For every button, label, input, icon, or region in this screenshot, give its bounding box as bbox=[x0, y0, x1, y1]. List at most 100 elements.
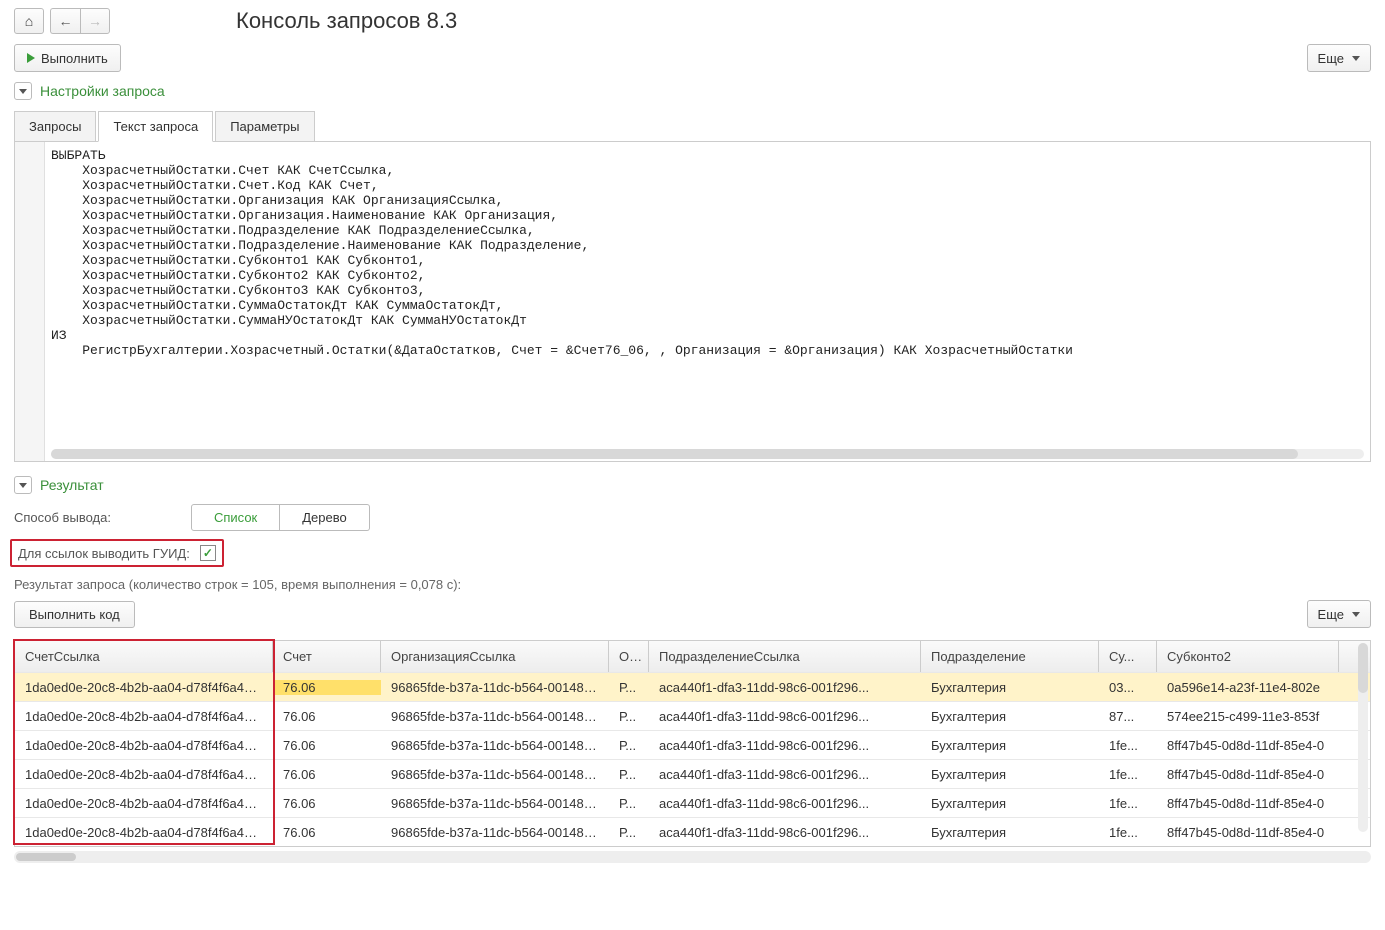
th-4[interactable]: ПодразделениеСсылка bbox=[649, 641, 921, 672]
home-button[interactable]: ⌂ bbox=[14, 8, 44, 34]
output-list-button[interactable]: Список bbox=[191, 504, 280, 531]
cell: Бухгалтерия bbox=[921, 738, 1099, 753]
cell: 96865fde-b37a-11dc-b564-001485... bbox=[381, 825, 609, 840]
cell: 1da0ed0e-20c8-4b2b-aa04-d78f4f6a4aed bbox=[15, 825, 273, 840]
th-3[interactable]: О... bbox=[609, 641, 649, 672]
table-vscroll[interactable] bbox=[1358, 643, 1368, 832]
cell: 1da0ed0e-20c8-4b2b-aa04-d78f4f6a4aed bbox=[15, 796, 273, 811]
cell: 1da0ed0e-20c8-4b2b-aa04-d78f4f6a4aed bbox=[15, 709, 273, 724]
th-2[interactable]: ОрганизацияСсылка bbox=[381, 641, 609, 672]
run-label: Выполнить bbox=[41, 51, 108, 66]
cell: 8ff47b45-0d8d-11df-85e4-0 bbox=[1157, 767, 1339, 782]
chevron-down-icon bbox=[1352, 56, 1360, 61]
output-mode-label: Способ вывода: bbox=[14, 510, 111, 525]
table-header: СчетСсылка Счет ОрганизацияСсылка О... П… bbox=[15, 641, 1370, 672]
table-hscroll[interactable] bbox=[14, 851, 1371, 863]
th-6[interactable]: Су... bbox=[1099, 641, 1157, 672]
table-body: 1da0ed0e-20c8-4b2b-aa04-d78f4f6a4aed76.0… bbox=[15, 672, 1370, 846]
cell: 1da0ed0e-20c8-4b2b-aa04-d78f4f6a4aed bbox=[15, 738, 273, 753]
cell: 1da0ed0e-20c8-4b2b-aa04-d78f4f6a4aed bbox=[15, 680, 273, 695]
chevron-down-icon bbox=[1352, 612, 1360, 617]
th-1[interactable]: Счет bbox=[273, 641, 381, 672]
arrow-right-icon: → bbox=[88, 13, 102, 29]
settings-title: Настройки запроса bbox=[40, 83, 165, 99]
forward-button[interactable]: → bbox=[80, 8, 110, 34]
collapse-result-button[interactable] bbox=[14, 476, 32, 494]
cell: 8ff47b45-0d8d-11df-85e4-0 bbox=[1157, 738, 1339, 753]
cell: 76.06 bbox=[273, 680, 381, 695]
result-title: Результат bbox=[40, 477, 104, 493]
cell: Р... bbox=[609, 767, 649, 782]
table-row[interactable]: 1da0ed0e-20c8-4b2b-aa04-d78f4f6a4aed76.0… bbox=[15, 672, 1370, 701]
cell: 574ee215-c499-11e3-853f bbox=[1157, 709, 1339, 724]
cell: 0a596e14-a23f-11e4-802e bbox=[1157, 680, 1339, 695]
cell: Бухгалтерия bbox=[921, 680, 1099, 695]
table-row[interactable]: 1da0ed0e-20c8-4b2b-aa04-d78f4f6a4aed76.0… bbox=[15, 817, 1370, 846]
cell: Р... bbox=[609, 680, 649, 695]
cell: 96865fde-b37a-11dc-b564-001485... bbox=[381, 796, 609, 811]
check-icon: ✓ bbox=[203, 546, 213, 560]
cell: Р... bbox=[609, 825, 649, 840]
table-row[interactable]: 1da0ed0e-20c8-4b2b-aa04-d78f4f6a4aed76.0… bbox=[15, 701, 1370, 730]
th-0[interactable]: СчетСсылка bbox=[15, 641, 273, 672]
cell: 1fe... bbox=[1099, 767, 1157, 782]
more-button-result[interactable]: Еще bbox=[1307, 600, 1371, 628]
cell: Р... bbox=[609, 709, 649, 724]
cell: 1da0ed0e-20c8-4b2b-aa04-d78f4f6a4aed bbox=[15, 767, 273, 782]
cell: Бухгалтерия bbox=[921, 825, 1099, 840]
collapse-settings-button[interactable] bbox=[14, 82, 32, 100]
cell: aca440f1-dfa3-11dd-98c6-001f296... bbox=[649, 709, 921, 724]
cell: 76.06 bbox=[273, 767, 381, 782]
cell: Бухгалтерия bbox=[921, 796, 1099, 811]
cell: aca440f1-dfa3-11dd-98c6-001f296... bbox=[649, 680, 921, 695]
table-row[interactable]: 1da0ed0e-20c8-4b2b-aa04-d78f4f6a4aed76.0… bbox=[15, 759, 1370, 788]
cell: 76.06 bbox=[273, 738, 381, 753]
more-button-top[interactable]: Еще bbox=[1307, 44, 1371, 72]
guid-label: Для ссылок выводить ГУИД: bbox=[18, 546, 190, 561]
th-5[interactable]: Подразделение bbox=[921, 641, 1099, 672]
query-editor[interactable]: ВЫБРАТЬ ХозрасчетныйОстатки.Счет КАК Сче… bbox=[14, 142, 1371, 462]
cell: aca440f1-dfa3-11dd-98c6-001f296... bbox=[649, 738, 921, 753]
page-title: Консоль запросов 8.3 bbox=[236, 8, 457, 34]
tab-queries[interactable]: Запросы bbox=[14, 111, 96, 142]
chevron-down-icon bbox=[19, 89, 27, 94]
cell: 96865fde-b37a-11dc-b564-001485... bbox=[381, 738, 609, 753]
output-mode-toggle: Список Дерево bbox=[191, 504, 370, 531]
cell: 03... bbox=[1099, 680, 1157, 695]
cell: Р... bbox=[609, 796, 649, 811]
result-stats: Результат запроса (количество строк = 10… bbox=[0, 569, 1385, 600]
cell: 76.06 bbox=[273, 796, 381, 811]
query-text: ВЫБРАТЬ ХозрасчетныйОстатки.Счет КАК Сче… bbox=[51, 148, 1364, 358]
run-button[interactable]: Выполнить bbox=[14, 44, 121, 72]
run-code-button[interactable]: Выполнить код bbox=[14, 601, 135, 628]
cell: 1fe... bbox=[1099, 796, 1157, 811]
cell: 76.06 bbox=[273, 709, 381, 724]
cell: Р... bbox=[609, 738, 649, 753]
cell: aca440f1-dfa3-11dd-98c6-001f296... bbox=[649, 767, 921, 782]
cell: 96865fde-b37a-11dc-b564-001485... bbox=[381, 709, 609, 724]
guid-option-row: Для ссылок выводить ГУИД: ✓ bbox=[10, 539, 224, 567]
back-button[interactable]: ← bbox=[50, 8, 80, 34]
th-7[interactable]: Субконто2 bbox=[1157, 641, 1339, 672]
tabs: Запросы Текст запроса Параметры bbox=[14, 110, 1371, 142]
editor-gutter bbox=[15, 142, 45, 461]
cell: 1fe... bbox=[1099, 825, 1157, 840]
tab-params[interactable]: Параметры bbox=[215, 111, 314, 142]
cell: Бухгалтерия bbox=[921, 767, 1099, 782]
cell: Бухгалтерия bbox=[921, 709, 1099, 724]
guid-checkbox[interactable]: ✓ bbox=[200, 545, 216, 561]
output-tree-button[interactable]: Дерево bbox=[280, 504, 369, 531]
more-label: Еще bbox=[1318, 51, 1344, 66]
cell: 96865fde-b37a-11dc-b564-001485... bbox=[381, 767, 609, 782]
result-table: СчетСсылка Счет ОрганизацияСсылка О... П… bbox=[14, 640, 1371, 847]
editor-hscroll[interactable] bbox=[51, 449, 1364, 459]
table-row[interactable]: 1da0ed0e-20c8-4b2b-aa04-d78f4f6a4aed76.0… bbox=[15, 788, 1370, 817]
arrow-left-icon: ← bbox=[59, 13, 73, 29]
home-icon: ⌂ bbox=[25, 13, 33, 29]
tab-query-text[interactable]: Текст запроса bbox=[98, 111, 213, 142]
more-label: Еще bbox=[1318, 607, 1344, 622]
table-row[interactable]: 1da0ed0e-20c8-4b2b-aa04-d78f4f6a4aed76.0… bbox=[15, 730, 1370, 759]
cell: 8ff47b45-0d8d-11df-85e4-0 bbox=[1157, 796, 1339, 811]
cell: aca440f1-dfa3-11dd-98c6-001f296... bbox=[649, 796, 921, 811]
cell: 87... bbox=[1099, 709, 1157, 724]
